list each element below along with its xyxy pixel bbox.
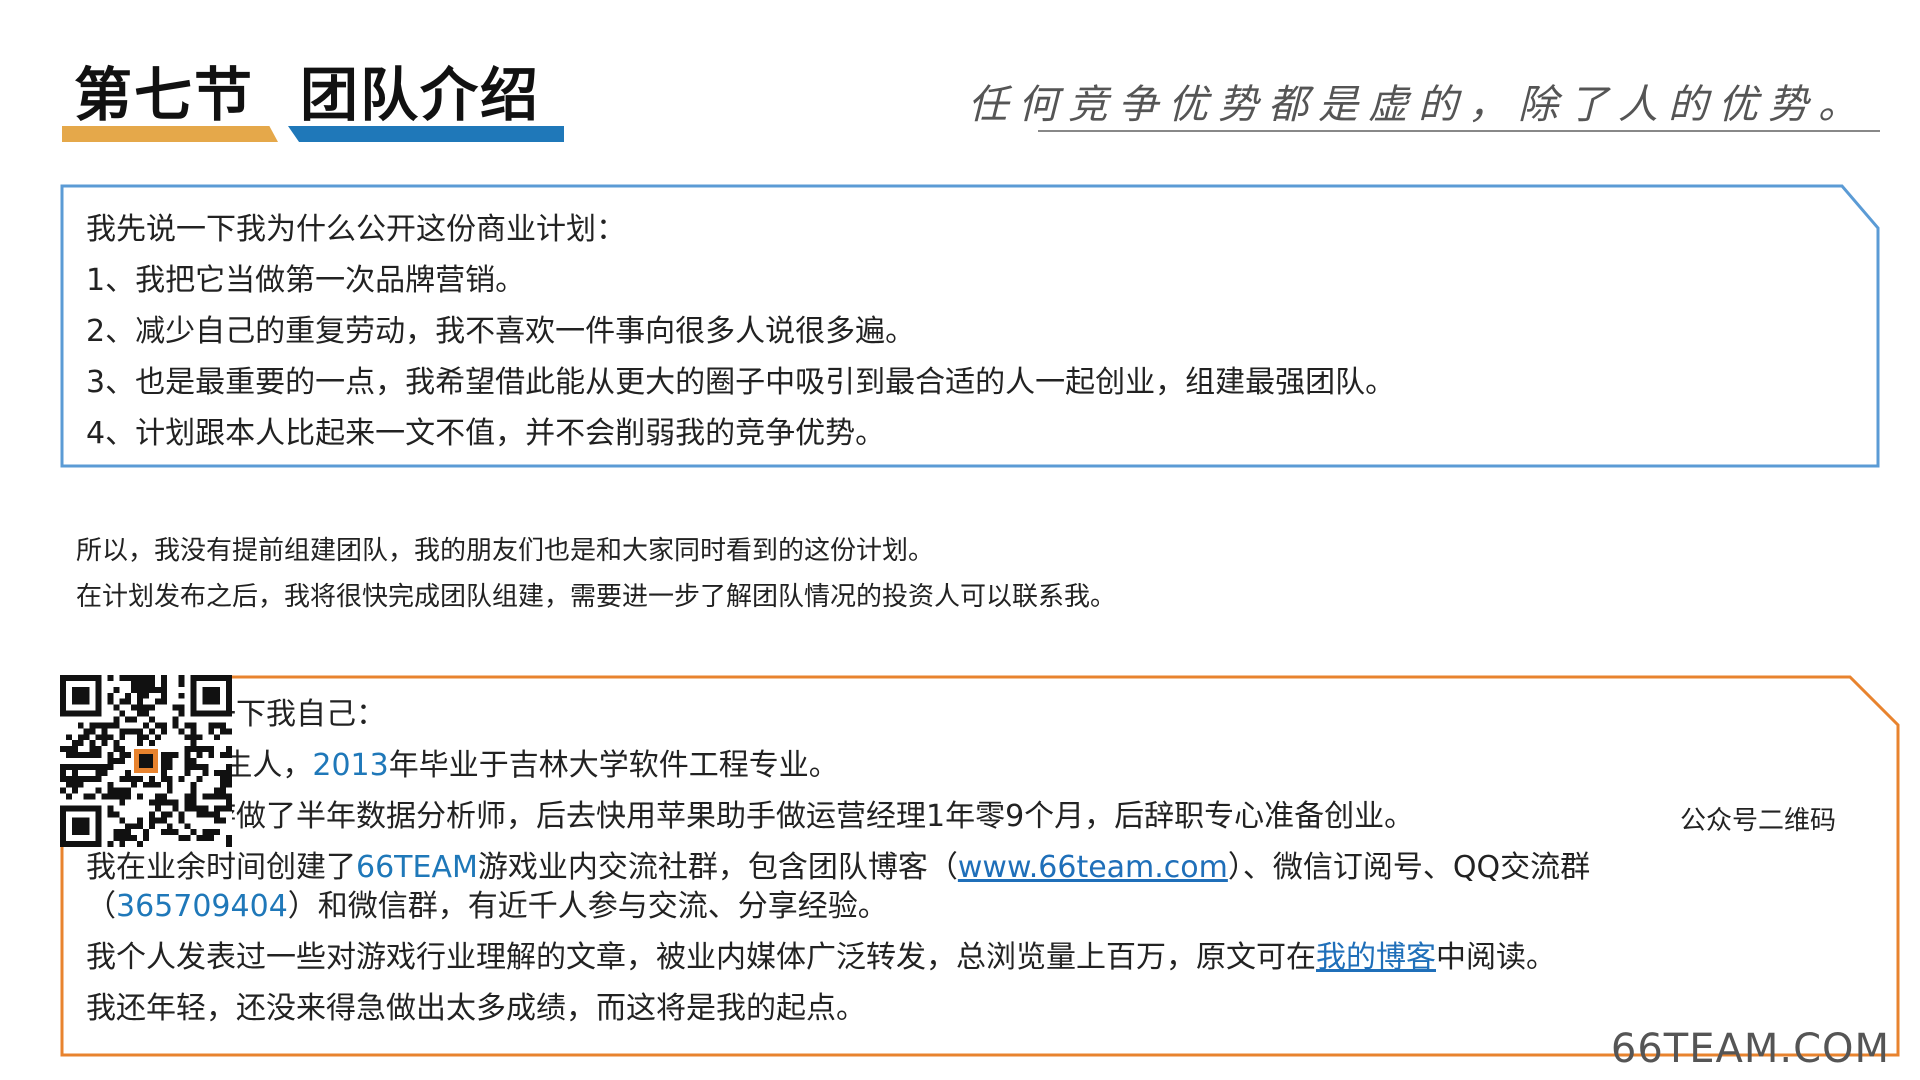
qr-code-icon bbox=[60, 675, 232, 847]
qq-group-number: 365709404 bbox=[116, 889, 288, 924]
reason-item: 1、我把它当做第一次品牌营销。 bbox=[86, 263, 526, 298]
slogan-underline bbox=[1038, 130, 1880, 132]
intro-line-birth: 我1990年生人，2013年毕业于吉林大学软件工程专业。 bbox=[86, 746, 1686, 785]
intro-content: 简单介绍一下我自己： 我1990年生人，2013年毕业于吉林大学软件工程专业。 … bbox=[86, 695, 1686, 1040]
middle-line: 所以，我没有提前组建团队，我的朋友们也是和大家同时看到的这份计划。 bbox=[76, 536, 935, 566]
watermark: 66TEAM.COM bbox=[1610, 1026, 1890, 1072]
section-title-text: 团队介绍 bbox=[300, 61, 541, 129]
reasons-content: 我先说一下我为什么公开这份商业计划： 1、我把它当做第一次品牌营销。 2、减少自… bbox=[86, 204, 1840, 459]
section-header: 第七节 团队介绍 bbox=[62, 40, 582, 142]
team-name: 66TEAM bbox=[356, 850, 478, 885]
intro-line-articles: 我个人发表过一些对游戏行业理解的文章，被业内媒体广泛转发，总浏览量上百万，原文可… bbox=[86, 940, 1556, 975]
reason-item: 3、也是最重要的一点，我希望借此能从更大的圈子中吸引到最合适的人一起创业，组建最… bbox=[86, 365, 1396, 400]
intro-line-community: 我在业余时间创建了66TEAM游戏业内交流社群，包含团队博客（www.66tea… bbox=[86, 850, 1591, 885]
blog-url-link[interactable]: www.66team.com bbox=[958, 850, 1228, 885]
middle-line: 在计划发布之后，我将很快完成团队组建，需要进一步了解团队情况的投资人可以联系我。 bbox=[76, 582, 1117, 612]
title-underline-orange bbox=[62, 126, 278, 142]
reasons-heading: 我先说一下我为什么公开这份商业计划： bbox=[86, 212, 626, 247]
section-label: 第七节 bbox=[74, 61, 255, 129]
title-underline-blue bbox=[288, 126, 564, 142]
middle-paragraph: 所以，我没有提前组建团队，我的朋友们也是和大家同时看到的这份计划。 在计划发布之… bbox=[76, 528, 1116, 620]
intro-line-closing: 我还年轻，还没来得急做出太多成绩，而这将是我的起点。 bbox=[86, 991, 866, 1026]
page-title: 第七节 团队介绍 bbox=[74, 48, 540, 132]
intro-heading: 简单介绍一下我自己： bbox=[86, 697, 386, 732]
slogan: 任何竞争优势都是虚的，除了人的优势。 bbox=[968, 82, 1868, 128]
intro-line-qq: （365709404）和微信群，有近千人参与交流、分享经验。 bbox=[86, 889, 888, 924]
qr-label: 公众号二维码 bbox=[1680, 806, 1837, 836]
reasons-box: 我先说一下我为什么公开这份商业计划： 1、我把它当做第一次品牌营销。 2、减少自… bbox=[60, 184, 1880, 468]
intro-box: 简单介绍一下我自己： 我1990年生人，2013年毕业于吉林大学软件工程专业。 … bbox=[60, 675, 1900, 1057]
year-graduated: 2013 bbox=[312, 748, 389, 783]
reason-item: 2、减少自己的重复劳动，我不喜欢一件事向很多人说很多遍。 bbox=[86, 314, 916, 349]
reason-item: 4、计划跟本人比起来一文不值，并不会削弱我的竞争优势。 bbox=[86, 416, 886, 451]
intro-line-career: 校招到畅游做了半年数据分析师，后去快用苹果助手做运营经理1年零9个月，后辞职专心… bbox=[86, 799, 1415, 834]
my-blog-link[interactable]: 我的博客 bbox=[1316, 940, 1436, 975]
